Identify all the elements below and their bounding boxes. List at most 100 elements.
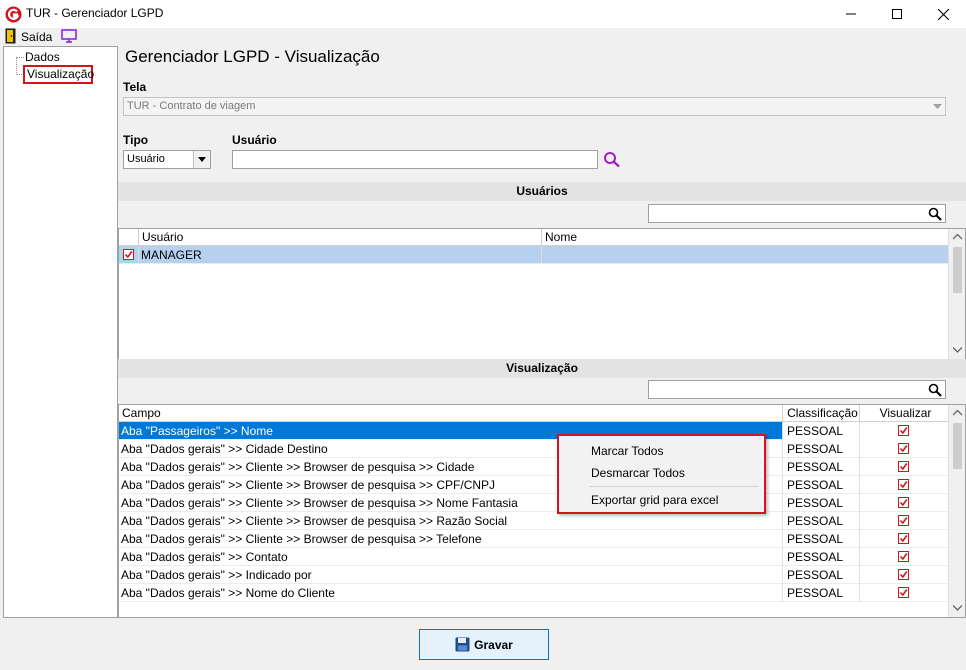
checkmark-icon bbox=[124, 251, 133, 259]
classificacao-cell: PESSOAL bbox=[783, 476, 860, 494]
checkbox-checked[interactable] bbox=[898, 425, 909, 436]
usuario-cell: MANAGER bbox=[139, 246, 542, 264]
scroll-up-icon[interactable] bbox=[953, 234, 962, 240]
save-button[interactable]: Gravar bbox=[419, 629, 549, 660]
visualizar-cell[interactable] bbox=[860, 476, 948, 494]
classificacao-cell: PESSOAL bbox=[783, 548, 860, 566]
menu-item-desmarcar-todos[interactable]: Desmarcar Todos bbox=[591, 466, 685, 480]
tree-item-visualizacao[interactable]: Visualização bbox=[23, 65, 94, 84]
door-exit-icon[interactable] bbox=[5, 28, 16, 44]
tipo-select[interactable]: Usuário bbox=[123, 150, 211, 169]
close-button[interactable] bbox=[920, 0, 966, 28]
users-grid-header: Usuário Nome bbox=[119, 229, 948, 246]
visualizar-cell[interactable] bbox=[860, 584, 948, 602]
visualizar-cell[interactable] bbox=[860, 422, 948, 440]
classificacao-cell: PESSOAL bbox=[783, 584, 860, 602]
checkmark-icon bbox=[899, 553, 908, 561]
classificacao-cell: PESSOAL bbox=[783, 512, 860, 530]
visualizar-cell[interactable] bbox=[860, 512, 948, 530]
table-row[interactable]: Aba "Dados gerais" >> Cliente >> Browser… bbox=[119, 512, 948, 530]
checkbox-checked[interactable] bbox=[898, 551, 909, 562]
visualizar-cell[interactable] bbox=[860, 440, 948, 458]
campo-cell: Aba "Dados gerais" >> Cliente >> Browser… bbox=[119, 512, 783, 530]
classificacao-cell: PESSOAL bbox=[783, 458, 860, 476]
campo-cell: Aba "Dados gerais" >> Indicado por bbox=[119, 566, 783, 584]
table-row[interactable]: Aba "Dados gerais" >> Indicado por PESSOA… bbox=[119, 566, 948, 584]
search-icon[interactable] bbox=[603, 151, 621, 168]
table-row[interactable]: MANAGER bbox=[119, 246, 948, 264]
checkbox-checked[interactable] bbox=[898, 515, 909, 526]
users-search-field[interactable] bbox=[648, 204, 946, 223]
table-row[interactable]: Aba "Dados gerais" >> Cliente >> Browser… bbox=[119, 494, 948, 512]
search-icon[interactable] bbox=[928, 383, 942, 397]
checkmark-icon bbox=[899, 535, 908, 543]
header-campo[interactable]: Campo bbox=[119, 405, 783, 422]
checkbox-checked[interactable] bbox=[123, 249, 134, 260]
header-usuario[interactable]: Usuário bbox=[139, 229, 542, 246]
checkmark-icon bbox=[899, 571, 908, 579]
search-icon[interactable] bbox=[928, 207, 942, 221]
campo-cell: Aba "Dados gerais" >> Nome do Cliente bbox=[119, 584, 783, 602]
scroll-down-icon[interactable] bbox=[953, 347, 962, 353]
checkmark-icon bbox=[899, 589, 908, 597]
classificacao-cell: PESSOAL bbox=[783, 494, 860, 512]
tipo-label: Tipo bbox=[123, 133, 149, 147]
table-row[interactable]: Aba "Dados gerais" >> Cliente >> Browser… bbox=[119, 530, 948, 548]
close-icon bbox=[937, 8, 949, 20]
checkmark-icon bbox=[899, 481, 908, 489]
users-scrollbar[interactable] bbox=[948, 229, 965, 359]
checkbox-checked[interactable] bbox=[898, 569, 909, 580]
header-classificacao[interactable]: Classificação bbox=[783, 405, 860, 422]
table-row[interactable]: Aba "Dados gerais" >> Cliente >> Browser… bbox=[119, 458, 948, 476]
checkbox-checked[interactable] bbox=[898, 587, 909, 598]
tree-item-dados[interactable]: Dados bbox=[25, 50, 60, 64]
tipo-dropdown-button[interactable] bbox=[193, 151, 210, 168]
chevron-down-icon bbox=[933, 104, 942, 109]
minimize-button[interactable] bbox=[828, 0, 874, 28]
view-section-header: Visualização bbox=[118, 359, 966, 378]
checkbox-checked[interactable] bbox=[898, 443, 909, 454]
tela-select[interactable]: TUR - Contrato de viagem bbox=[123, 97, 946, 116]
checkbox-checked[interactable] bbox=[898, 533, 909, 544]
save-button-label: Gravar bbox=[474, 637, 513, 652]
checkbox-checked[interactable] bbox=[898, 479, 909, 490]
campo-cell: Aba "Dados gerais" >> Contato bbox=[119, 548, 783, 566]
table-row[interactable]: Aba "Dados gerais" >> Contato PESSOAL bbox=[119, 548, 948, 566]
visualizar-cell[interactable] bbox=[860, 458, 948, 476]
visualizar-cell[interactable] bbox=[860, 530, 948, 548]
exit-menu-label[interactable]: Saída bbox=[21, 30, 52, 44]
header-visualizar[interactable]: Visualizar bbox=[860, 405, 948, 422]
table-row[interactable]: Aba "Dados gerais" >> Nome do Cliente PES… bbox=[119, 584, 948, 602]
window-title: TUR - Gerenciador LGPD bbox=[26, 6, 164, 20]
view-search-field[interactable] bbox=[648, 380, 946, 399]
visualizar-cell[interactable] bbox=[860, 548, 948, 566]
scroll-up-icon[interactable] bbox=[953, 410, 962, 416]
visualizar-cell[interactable] bbox=[860, 494, 948, 512]
scroll-down-icon[interactable] bbox=[953, 605, 962, 611]
menu-item-exportar-excel[interactable]: Exportar grid para excel bbox=[591, 493, 718, 507]
chevron-down-icon bbox=[198, 157, 206, 162]
table-row[interactable]: Aba "Passageiros" >> Nome PESSOAL bbox=[119, 422, 948, 440]
checkmark-icon bbox=[899, 463, 908, 471]
usuario-input[interactable] bbox=[232, 150, 598, 169]
view-scrollbar[interactable] bbox=[948, 405, 965, 617]
tree-connector bbox=[16, 57, 24, 58]
classificacao-cell: PESSOAL bbox=[783, 566, 860, 584]
scroll-thumb[interactable] bbox=[953, 423, 962, 469]
checkmark-icon bbox=[899, 427, 908, 435]
row-check-cell[interactable] bbox=[119, 246, 139, 264]
monitor-icon[interactable] bbox=[61, 29, 77, 43]
checkbox-checked[interactable] bbox=[898, 497, 909, 508]
users-grid: Usuário Nome MANAGER bbox=[118, 228, 966, 360]
floppy-disk-icon bbox=[455, 637, 470, 652]
scroll-thumb[interactable] bbox=[953, 247, 962, 293]
visualizar-cell[interactable] bbox=[860, 566, 948, 584]
header-nome[interactable]: Nome bbox=[542, 229, 948, 246]
checkbox-checked[interactable] bbox=[898, 461, 909, 472]
table-row[interactable]: Aba "Dados gerais" >> Cidade Destino PESS… bbox=[119, 440, 948, 458]
menu-bar bbox=[0, 28, 966, 46]
maximize-button[interactable] bbox=[874, 0, 920, 28]
table-row[interactable]: Aba "Dados gerais" >> Cliente >> Browser… bbox=[119, 476, 948, 494]
classificacao-cell: PESSOAL bbox=[783, 530, 860, 548]
menu-item-marcar-todos[interactable]: Marcar Todos bbox=[591, 444, 663, 458]
